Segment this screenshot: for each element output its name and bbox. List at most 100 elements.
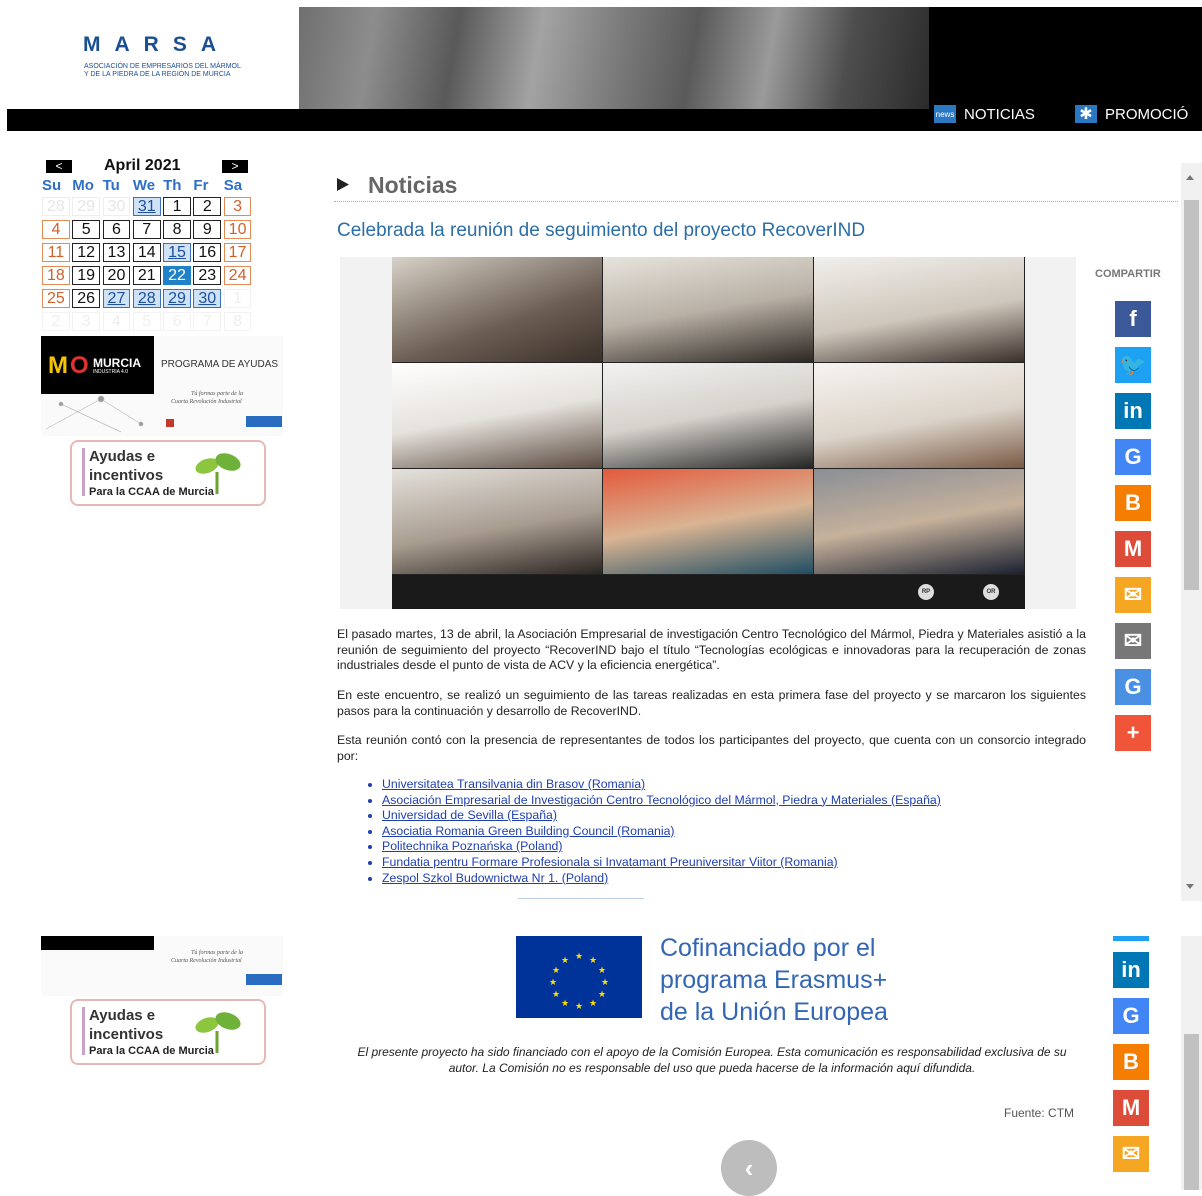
partner-link[interactable]: Fundatia pentru Formare Profesionala si … <box>382 855 838 869</box>
svg-text:★: ★ <box>589 956 597 966</box>
calendar-day: 1 <box>163 197 191 216</box>
mail-orange-share-button[interactable]: ✉ <box>1113 1136 1149 1172</box>
partner-link[interactable]: Universitatea Transilvania din Brasov (R… <box>382 777 645 791</box>
scroll-up-icon[interactable] <box>1186 175 1194 180</box>
email-share-button[interactable]: ✉ <box>1115 623 1151 659</box>
partner-link[interactable]: Zespol Szkol Budownictwa Nr 1. (Poland) <box>382 871 608 885</box>
calendar-prev-button[interactable]: < <box>46 160 72 173</box>
mail-orange-share-button[interactable]: ✉ <box>1115 577 1151 613</box>
ad-tagline: Tú formas parte de la <box>191 950 244 956</box>
nav-label: NOTICIAS <box>964 105 1035 123</box>
google-icon: G <box>1122 1003 1140 1028</box>
ad-tagline: Tú formas parte de la <box>191 391 244 397</box>
calendar-day[interactable]: 22 <box>163 266 191 285</box>
eu-disclaimer: El presente proyecto ha sido financiado … <box>357 1045 1067 1075</box>
calendar-day[interactable]: 15 <box>163 243 191 262</box>
svg-text:★: ★ <box>552 990 560 1000</box>
calendar-next-button[interactable]: > <box>222 160 248 173</box>
eu-small-flag-icon <box>246 974 282 985</box>
mo-logo-icon: M <box>48 352 68 379</box>
eu-text-line: Cofinanciado por el <box>660 934 876 962</box>
ayudas-incentivos-banner[interactable]: Ayudas e incentivos Para la CCAA de Murc… <box>70 440 266 506</box>
partner-link[interactable]: Universidad de Sevilla (España) <box>382 808 557 822</box>
blogger-icon: B <box>1123 1049 1139 1074</box>
calendar-day: 10 <box>223 220 252 239</box>
gmail-share-button[interactable]: M <box>1115 531 1151 567</box>
share-button-partial[interactable] <box>1113 936 1149 941</box>
blogger-share-button[interactable]: B <box>1113 1044 1149 1080</box>
twitter-share-button[interactable]: 🐦 <box>1115 347 1151 383</box>
calendar-day[interactable]: 27 <box>102 289 131 308</box>
section-arrow-icon <box>337 178 349 191</box>
blogger-icon: B <box>1125 490 1141 515</box>
translate-share-button[interactable]: G <box>1115 669 1151 705</box>
scroll-down-icon[interactable] <box>1186 884 1194 889</box>
article-image-frame: RP OR <box>340 257 1076 609</box>
industria-ad-banner[interactable]: M O MURCIA INDUSTRIA 4.0 PROGRAMA DE AYU… <box>41 336 283 436</box>
calendar-weekdays: Su Mo Tu We Th Fr Sa <box>42 177 254 194</box>
email-icon: ✉ <box>1123 628 1143 653</box>
calendar-day: 3 <box>72 312 101 331</box>
eu-flag-icon: ★ ★ ★ ★ ★ ★ ★ ★ ★ ★ ★ ★ <box>516 936 642 1018</box>
chevron-left-icon: ‹ <box>744 1152 754 1183</box>
mail-orange-icon: ✉ <box>1121 1141 1141 1166</box>
mo-logo-icon: O <box>70 352 89 379</box>
partner-item: Fundatia pentru Formare Profesionala si … <box>382 855 941 871</box>
scrollbar-thumb[interactable] <box>1184 200 1199 590</box>
linkedin-share-button[interactable]: in <box>1113 952 1149 988</box>
calendar-day: 7 <box>193 312 222 331</box>
partner-link[interactable]: Asociación Empresarial de Investigación … <box>382 793 941 807</box>
svg-text:★: ★ <box>589 999 597 1009</box>
logo[interactable]: MARSA ASOCIACIÓN DE EMPRESARIOS DEL MÁRM… <box>7 7 299 109</box>
calendar-day: 24 <box>223 266 252 285</box>
calendar-day: 7 <box>132 220 161 239</box>
video-controls-bar: RP OR <box>392 575 1025 609</box>
mail-orange-icon: ✉ <box>1123 582 1143 607</box>
partner-item: Zespol Szkol Budownictwa Nr 1. (Poland) <box>382 871 941 887</box>
linkedin-icon: in <box>1123 398 1143 423</box>
ayudas-incentivos-banner-lower[interactable]: Ayudas e incentivos Para la CCAA de Murc… <box>70 999 266 1065</box>
partner-link[interactable]: Asociatia Romania Green Building Council… <box>382 824 675 838</box>
calendar-day[interactable]: 31 <box>132 197 161 216</box>
calendar-day: 6 <box>102 220 131 239</box>
calendar-day: 8 <box>223 312 252 331</box>
calendar-day[interactable]: 28 <box>132 289 161 308</box>
industria-ad-banner-lower[interactable]: Tú formas parte de la Cuarta Revolución … <box>41 936 283 996</box>
logo-title: MARSA <box>83 33 230 56</box>
more-share-button[interactable]: + <box>1115 715 1151 751</box>
partner-item: Asociación Empresarial de Investigación … <box>382 793 941 809</box>
calendar-week: 25 26 27 28 29 30 1 <box>42 289 254 309</box>
calendar: < April 2021 > Su Mo Tu We Th Fr Sa 28 29 30 31 1 2… <box>42 157 254 332</box>
participant-tile <box>392 363 602 468</box>
linkedin-icon: in <box>1121 957 1141 982</box>
article-paragraph: Esta reunión contó con la presencia de r… <box>337 733 1086 763</box>
google-share-button[interactable]: G <box>1113 998 1149 1034</box>
partner-link[interactable]: Politechnika Poznańska (Poland) <box>382 839 562 853</box>
nav-promocion[interactable]: ✱ PROMOCIÓ <box>1075 104 1202 124</box>
nav-noticias[interactable]: news NOTICIAS <box>934 104 1035 124</box>
linkedin-share-button[interactable]: in <box>1115 393 1151 429</box>
previous-article-button[interactable]: ‹ <box>721 1140 777 1196</box>
gmail-share-button[interactable]: M <box>1113 1090 1149 1126</box>
ad-brand: MURCIA <box>93 356 141 370</box>
plant-sprout-icon <box>195 453 241 494</box>
calendar-week: 18 19 20 21 22 23 24 <box>42 266 254 286</box>
article-title[interactable]: Celebrada la reunión de seguimiento del … <box>337 220 865 242</box>
calendar-day: 3 <box>223 197 252 216</box>
eu-stars-icon: ★ ★★★ ★★★★ ★★★★ <box>549 952 609 1012</box>
page-scrollbar-thumb[interactable] <box>1184 1034 1199 1190</box>
facebook-share-button[interactable]: f <box>1115 301 1151 337</box>
news-icon: news <box>934 105 956 123</box>
google-share-button[interactable]: G <box>1115 439 1151 475</box>
blogger-share-button[interactable]: B <box>1115 485 1151 521</box>
eu-cofinanced-text: Cofinanciado por el programa Erasmus+ de… <box>660 932 888 1028</box>
ad-tagline: Cuarta Revolución Industrial <box>171 958 242 964</box>
calendar-week: 2345678 <box>42 312 254 332</box>
ayudas-title: Ayudas e <box>89 1007 156 1024</box>
logo-subtitle: ASOCIACIÓN DE EMPRESARIOS DEL MÁRMOL Y D… <box>84 63 284 79</box>
calendar-day[interactable]: 29 <box>163 289 191 308</box>
svg-text:★: ★ <box>598 990 606 1000</box>
participant-tile <box>603 257 813 362</box>
calendar-day[interactable]: 30 <box>193 289 222 308</box>
network-graphic-icon <box>45 395 144 433</box>
